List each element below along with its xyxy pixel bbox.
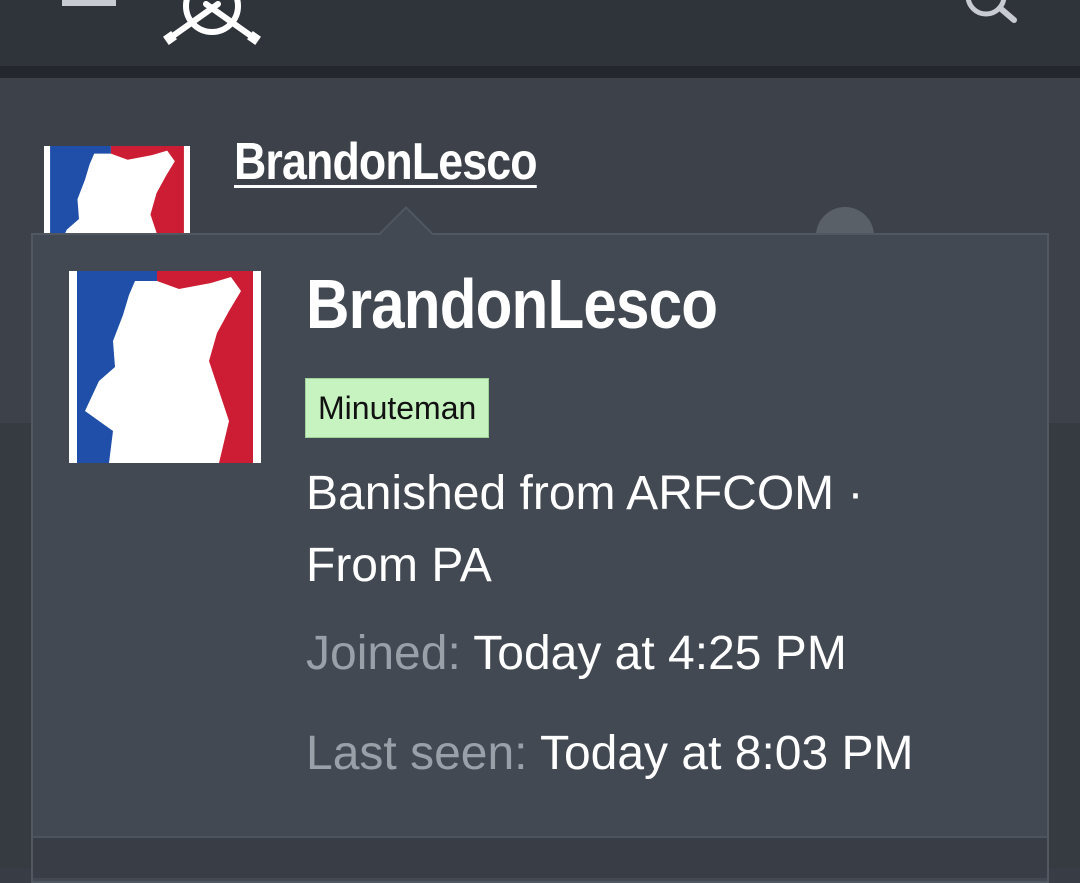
crossed-rifles-logo-icon[interactable]: [160, 0, 264, 46]
tooltip-footer: [33, 836, 1047, 878]
joined-stat: Joined: Today at 4:25 PM: [306, 626, 847, 681]
tooltip-arrow-fill: [380, 209, 432, 235]
last-seen-label: Last seen:: [306, 727, 528, 780]
search-icon[interactable]: [962, 0, 1022, 24]
joined-label: Joined:: [306, 627, 461, 680]
last-seen-stat: Last seen: Today at 8:03 PM: [306, 726, 914, 781]
hamburger-menu-icon[interactable]: [62, 0, 116, 12]
member-avatar[interactable]: [69, 271, 261, 463]
member-rank-badge: Minuteman: [305, 378, 490, 438]
member-username[interactable]: BrandonLesco: [306, 264, 718, 344]
nav-divider: [0, 66, 1080, 78]
member-user-title: Banished from ARFCOM · From PA: [306, 467, 864, 592]
joined-value: Today at 4:25 PM: [473, 627, 847, 680]
post-author-username-link[interactable]: BrandonLesco: [234, 132, 538, 192]
last-seen-value: Today at 8:03 PM: [539, 727, 914, 780]
post-author-avatar[interactable]: [44, 123, 190, 235]
